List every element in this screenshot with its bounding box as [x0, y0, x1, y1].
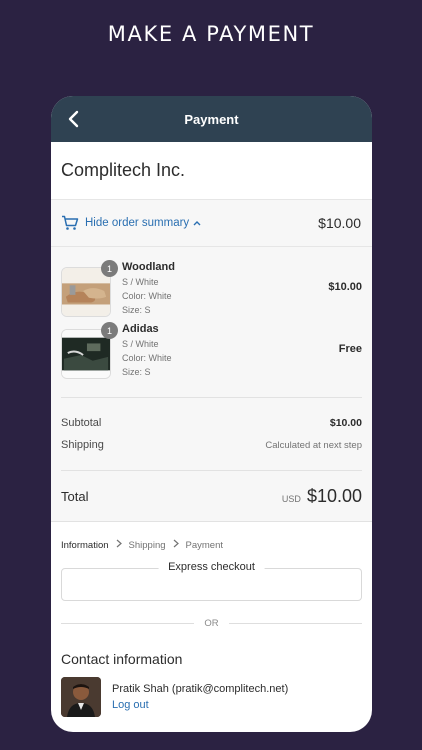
chevron-left-icon — [68, 110, 79, 128]
quantity-badge: 1 — [101, 260, 118, 277]
phone-screen: Payment Complitech Inc. Hide order summa… — [51, 96, 372, 732]
shipping-label: Shipping — [61, 439, 104, 451]
product-name: Woodland — [122, 261, 175, 273]
total-value: $10.00 — [306, 485, 362, 506]
currency-code: USD — [281, 493, 301, 504]
navbar: Payment — [51, 96, 372, 142]
product-variant: S / White — [122, 339, 159, 349]
or-text: OR — [204, 617, 219, 629]
chevron-right-icon — [112, 539, 126, 551]
chevron-up-icon — [193, 221, 201, 226]
chevron-right-icon — [169, 539, 183, 551]
contact-information-title: Contact information — [61, 651, 183, 667]
line-item: 1 Adidas S / White Color: White Size: S … — [61, 322, 362, 379]
banner-title: MAKE A PAYMENT — [107, 22, 315, 46]
subtotal-row: Subtotal $10.00 — [61, 412, 362, 434]
subtotal-value: $10.00 — [329, 417, 362, 429]
product-name: Adidas — [122, 323, 159, 335]
line-item: 1 Woodland S / White Color: White Size: … — [61, 260, 362, 317]
order-summary-toggle[interactable]: Hide order summary $10.00 — [51, 200, 372, 247]
product-variant: S / White — [122, 277, 159, 287]
product-price: $10.00 — [328, 281, 362, 293]
express-checkout-box[interactable]: Express checkout — [61, 561, 362, 601]
quantity-badge: 1 — [101, 322, 118, 339]
total-row: Total USD $10.00 — [61, 471, 362, 521]
product-size: Size: S — [122, 305, 151, 315]
total-label: Total — [61, 488, 89, 504]
logout-link[interactable]: Log out — [112, 699, 149, 711]
product-size: Size: S — [122, 367, 151, 377]
line-items: 1 Woodland S / White Color: White Size: … — [61, 247, 362, 398]
hide-order-summary-link[interactable]: Hide order summary — [85, 217, 189, 229]
navbar-title: Payment — [184, 111, 239, 127]
back-button[interactable] — [63, 109, 83, 129]
store-name: Complitech Inc. — [51, 142, 372, 200]
contact-name: Pratik Shah (pratik@complitech.net) — [112, 683, 289, 695]
breadcrumb-payment[interactable]: Payment — [186, 540, 224, 551]
subtotal-label: Subtotal — [61, 417, 102, 429]
breadcrumb-information[interactable]: Information — [61, 540, 109, 551]
avatar — [61, 677, 101, 717]
shipping-value: Calculated at next step — [265, 439, 362, 451]
express-checkout-title: Express checkout — [158, 561, 265, 573]
product-color: Color: White — [122, 353, 172, 363]
shipping-row: Shipping Calculated at next step — [61, 434, 362, 456]
product-price: Free — [338, 343, 362, 355]
product-color: Color: White — [122, 291, 172, 301]
cart-icon — [62, 215, 79, 230]
order-summary: 1 Woodland S / White Color: White Size: … — [51, 247, 372, 521]
or-divider: OR — [61, 603, 362, 643]
breadcrumb-shipping[interactable]: Shipping — [129, 540, 166, 551]
checkout-section: Information Shipping Payment Express che… — [51, 521, 372, 717]
contact-row: Pratik Shah (pratik@complitech.net) Log … — [61, 677, 362, 717]
summary-total: $10.00 — [318, 215, 361, 231]
